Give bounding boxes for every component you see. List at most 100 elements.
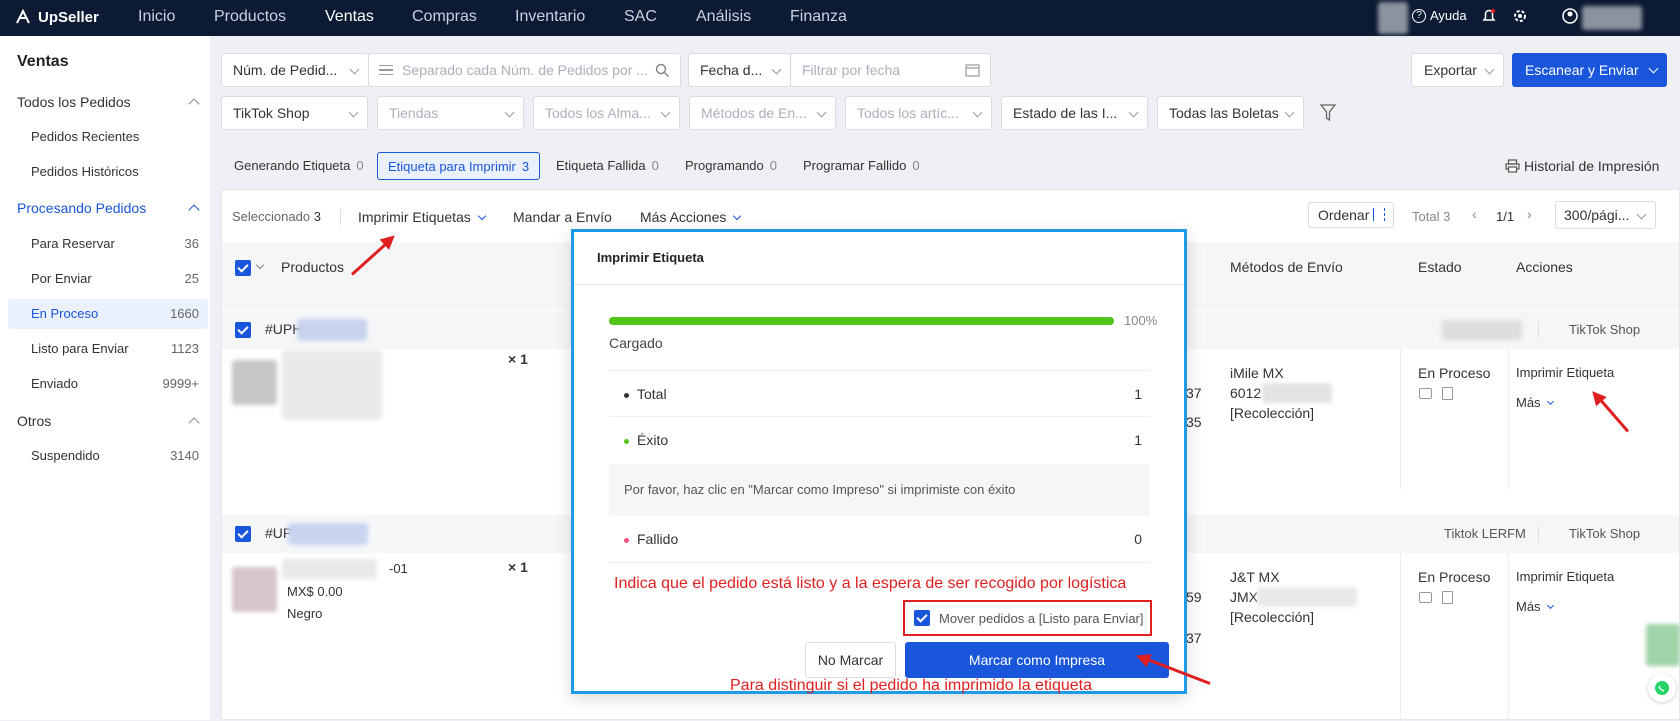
export-button[interactable]: Exportar [1411,53,1504,87]
help-icon: ? [1412,8,1426,23]
nav-finanza[interactable]: Finanza [790,8,847,26]
blurred-area [1442,320,1522,340]
collapse-icon[interactable] [188,204,200,216]
sort-button[interactable]: Ordenar [1308,202,1394,228]
calendar-icon[interactable] [965,63,980,77]
mark-printed-button[interactable]: Marcar como Impresa [905,642,1169,678]
tracking-number: 6012 [1230,385,1262,401]
nav-ventas[interactable]: Ventas [325,8,374,26]
column-shipping: Métodos de Envío [1230,259,1343,275]
barcode-icon[interactable] [1419,388,1432,399]
items-select[interactable]: Todos los artíc... [845,96,992,130]
tab-programando[interactable]: Programando 0 [675,152,787,180]
document-icon[interactable] [1442,591,1453,604]
sidebar-group-procesando[interactable]: Procesando Pedidos [17,200,146,216]
whatsapp-icon [1655,681,1669,695]
scan-and-send-button[interactable]: Escanear y Enviar [1512,53,1667,87]
nav-compras[interactable]: Compras [412,8,477,26]
nav-analisis[interactable]: Análisis [696,8,751,26]
search-icon[interactable] [655,63,670,78]
prev-page-icon[interactable]: ‹ [1472,206,1477,222]
tab-para-imprimir[interactable]: Etiqueta para Imprimir 3 [377,152,541,180]
print-labels-menu[interactable]: Imprimir Etiquetas [358,209,486,225]
upseller-logo-icon [16,8,30,24]
order-checkbox[interactable] [235,526,251,542]
divider [1400,349,1401,489]
barcode-icon[interactable] [1419,592,1432,603]
total-count: Total 3 [1412,209,1451,224]
sidebar-item-count: 1123 [171,341,199,356]
order-number-select[interactable]: Núm. de Pedid... [221,53,369,87]
chevron-down-icon [1547,397,1555,406]
invoices-value: Todas las Boletas [1169,105,1279,121]
column-products: Productos [281,259,345,275]
product-image [232,360,277,405]
nav-inicio[interactable]: Inicio [138,8,175,26]
brand-logo[interactable]: UpSeller [14,8,99,26]
tab-fallida[interactable]: Etiqueta Fallida 0 [546,152,669,180]
more-action-menu[interactable]: Más [1516,599,1555,614]
tab-generando[interactable]: Generando Etiqueta 0 [224,152,374,180]
shipping-methods-select[interactable]: Métodos de En... [689,96,836,130]
status-select[interactable]: Estado de las I... [1001,96,1148,130]
sidebar-item-en-proceso[interactable]: En Proceso 1660 [8,299,208,329]
nav-productos[interactable]: Productos [214,8,286,26]
send-to-shipping-button[interactable]: Mandar a Envío [513,209,612,225]
warehouses-select[interactable]: Todos los Alma... [533,96,680,130]
floating-widget[interactable] [1646,624,1680,666]
selected-text: Seleccionado 3 [232,209,321,224]
per-page-select[interactable]: 300/pági... [1555,201,1656,229]
divider [1538,322,1539,338]
help-link[interactable]: ? Ayuda [1412,8,1467,23]
print-label-action[interactable]: Imprimir Etiqueta [1516,569,1614,584]
dot-icon [624,438,629,444]
more-actions-menu[interactable]: Más Acciones [640,209,742,225]
brand-name: UpSeller [38,8,99,26]
blurred-area [1378,2,1408,34]
print-label-action[interactable]: Imprimir Etiqueta [1516,365,1614,380]
nav-sac[interactable]: SAC [624,8,657,26]
sidebar-item-historicos[interactable]: Pedidos Históricos [8,157,208,187]
modal-header: Imprimir Etiqueta [574,232,1184,285]
scan-label: Escanear y Enviar [1525,62,1639,78]
stores-select[interactable]: Tiendas [377,96,524,130]
document-icon[interactable] [1442,387,1453,400]
sidebar-group-otros[interactable]: Otros [17,413,51,429]
tracking-number: JMX [1230,589,1258,605]
sidebar-group-todos[interactable]: Todos los Pedidos [17,94,131,110]
gear-icon[interactable] [1512,8,1528,24]
sidebar-item-suspendido[interactable]: Suspendido 3140 [8,441,208,471]
date-filter-input[interactable]: Filtrar por fecha [790,53,991,87]
sidebar-item-recientes[interactable]: Pedidos Recientes [8,122,208,152]
column-actions: Acciones [1516,259,1573,275]
print-instruction-note: Por favor, haz clic en "Marcar como Impr… [609,464,1150,516]
tab-programar-fallido[interactable]: Programar Fallido 0 [793,152,930,180]
user-icon[interactable] [1562,8,1578,24]
tab-label: Programar Fallido [803,158,907,173]
order-search-input[interactable]: Separado cada Núm. de Pedidos por ... [368,53,681,87]
search-placeholder: Separado cada Núm. de Pedidos por ... [402,62,648,78]
bell-icon[interactable] [1482,8,1496,24]
order-checkbox[interactable] [235,322,251,338]
filter-icon[interactable] [1320,104,1336,122]
move-orders-checkbox[interactable] [914,610,930,626]
sidebar-item-enviado[interactable]: Enviado 9999+ [8,369,208,399]
collapse-icon[interactable] [188,417,200,429]
collapse-icon[interactable] [188,98,200,110]
help-label: Ayuda [1430,8,1467,23]
more-action-menu[interactable]: Más [1516,395,1555,410]
select-all-checkbox[interactable] [235,260,251,276]
next-page-icon[interactable]: › [1527,206,1532,222]
date-type-select[interactable]: Fecha d... [688,53,791,87]
sidebar-item-para-reservar[interactable]: Para Reservar 36 [8,229,208,259]
print-history-link[interactable]: Historial de Impresión [1505,158,1659,174]
sidebar-item-listo[interactable]: Listo para Enviar 1123 [8,334,208,364]
sidebar-item-por-enviar[interactable]: Por Enviar 25 [8,264,208,294]
chevron-down-icon[interactable] [255,260,265,270]
invoices-select[interactable]: Todas las Boletas [1157,96,1304,130]
nav-inventario[interactable]: Inventario [515,8,585,26]
whatsapp-button[interactable] [1648,674,1676,702]
no-mark-button[interactable]: No Marcar [805,642,896,678]
platform-select[interactable]: TikTok Shop [221,96,368,130]
sidebar-item-label: Para Reservar [31,236,115,251]
